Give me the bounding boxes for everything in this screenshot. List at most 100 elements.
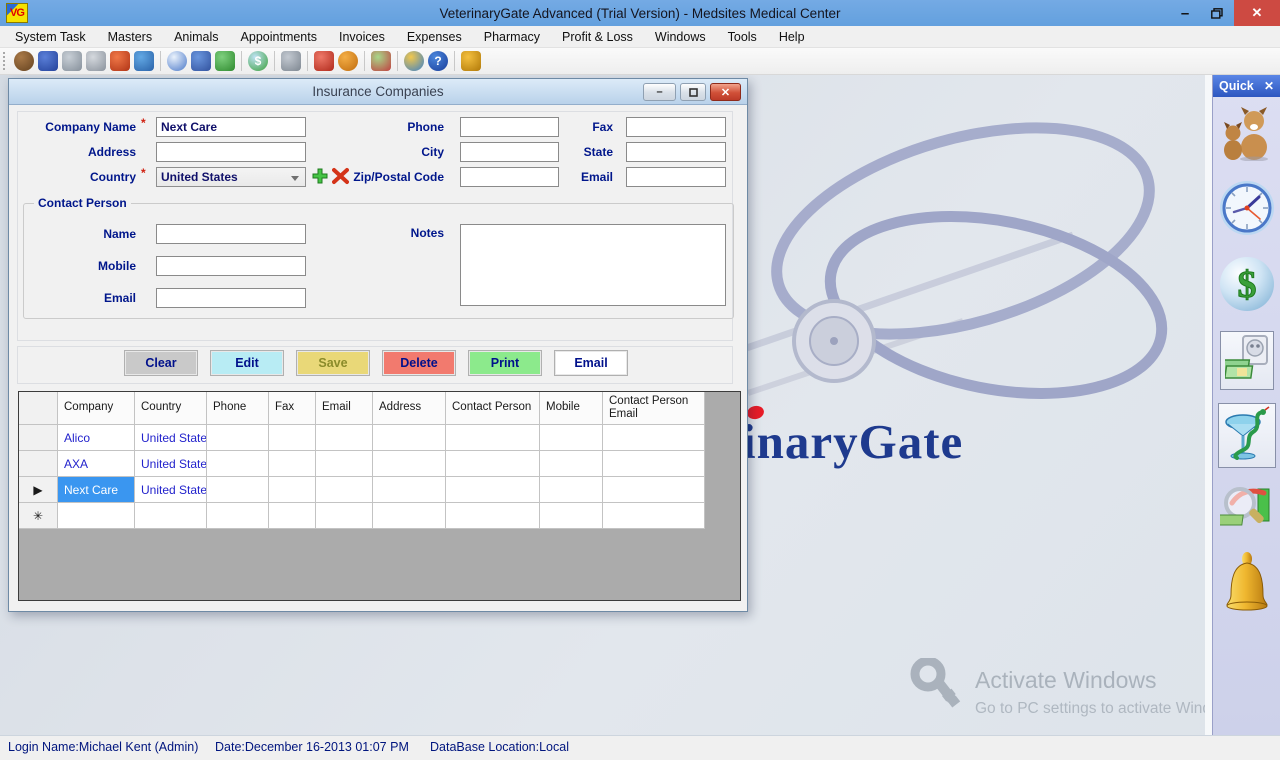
edit-button[interactable]: Edit	[210, 350, 284, 376]
dialog-restore-button[interactable]	[680, 83, 706, 101]
undo-icon[interactable]	[338, 51, 358, 71]
fax-input[interactable]	[626, 117, 726, 137]
grid-header-phone[interactable]: Phone	[207, 392, 269, 425]
menu-item-masters[interactable]: Masters	[97, 26, 163, 48]
grid-cell[interactable]	[446, 425, 540, 451]
city-input[interactable]	[460, 142, 559, 162]
contact-mobile-input[interactable]	[156, 256, 306, 276]
company-name-input[interactable]	[156, 117, 306, 137]
grid-cell[interactable]	[58, 503, 135, 529]
dogs-icon[interactable]	[1221, 107, 1273, 166]
grid-cell[interactable]: Alico	[58, 425, 135, 451]
dialog-minimize-button[interactable]: –	[643, 83, 676, 101]
grid-cell[interactable]	[603, 451, 705, 477]
clear-button[interactable]: Clear	[124, 350, 198, 376]
grid-cell[interactable]	[540, 451, 603, 477]
menu-item-animals[interactable]: Animals	[163, 26, 229, 48]
grid-cell[interactable]	[446, 503, 540, 529]
menu-item-tools[interactable]: Tools	[717, 26, 768, 48]
address-input[interactable]	[156, 142, 306, 162]
email-input[interactable]	[626, 167, 726, 187]
profit-chart-icon[interactable]	[1220, 481, 1274, 538]
grid-row-header[interactable]	[19, 425, 58, 451]
grid-header-mobile[interactable]: Mobile	[540, 392, 603, 425]
dialog-title-bar[interactable]: Insurance Companies	[9, 79, 747, 105]
grid-corner-cell[interactable]	[19, 392, 58, 425]
quick-panel-close-icon[interactable]: ✕	[1264, 79, 1274, 93]
thermometer-icon[interactable]	[110, 51, 130, 71]
grid-cell[interactable]: United States	[135, 451, 207, 477]
contact-name-input[interactable]	[156, 224, 306, 244]
grid-cell[interactable]: United States	[135, 425, 207, 451]
grid-cell[interactable]	[269, 425, 316, 451]
dog-icon[interactable]	[14, 51, 34, 71]
grid-cell[interactable]	[373, 425, 446, 451]
gold-bell-icon[interactable]	[1223, 551, 1271, 616]
grid-cell[interactable]: Next Care	[58, 477, 135, 503]
grid-header-email[interactable]: Email	[316, 392, 373, 425]
grid-cell[interactable]	[269, 503, 316, 529]
grid-cell[interactable]	[207, 477, 269, 503]
clock-icon[interactable]	[1218, 179, 1276, 242]
grid-cell[interactable]	[540, 425, 603, 451]
payment-icon[interactable]	[215, 51, 235, 71]
grid-cell[interactable]	[373, 451, 446, 477]
grid-cell[interactable]	[316, 477, 373, 503]
notes-textarea[interactable]	[460, 224, 726, 306]
grid-cell[interactable]	[603, 425, 705, 451]
calendar-icon[interactable]	[191, 51, 211, 71]
add-country-icon[interactable]	[312, 168, 328, 185]
dollar-icon[interactable]: $	[248, 51, 268, 71]
grid-cell[interactable]	[540, 477, 603, 503]
menu-item-expenses[interactable]: Expenses	[396, 26, 473, 48]
dollar-bubble-icon[interactable]: $	[1218, 255, 1276, 318]
minimize-button[interactable]: –	[1170, 5, 1200, 22]
grid-row-header[interactable]	[19, 451, 58, 477]
butterfly-icon[interactable]	[134, 51, 154, 71]
print-button[interactable]: Print	[468, 350, 542, 376]
menu-item-appointments[interactable]: Appointments	[230, 26, 328, 48]
email-button[interactable]: Email	[554, 350, 628, 376]
phone-input[interactable]	[460, 117, 559, 137]
grid-cell[interactable]	[207, 503, 269, 529]
grid-cell[interactable]	[446, 451, 540, 477]
dialog-close-button[interactable]: ✕	[710, 83, 741, 101]
contacts-icon[interactable]	[38, 51, 58, 71]
grid-cell[interactable]	[316, 451, 373, 477]
grid-cell[interactable]	[603, 503, 705, 529]
package-icon[interactable]	[281, 51, 301, 71]
grid-header-contact-person[interactable]: Contact Person	[446, 392, 540, 425]
expenses-icon[interactable]	[1220, 331, 1274, 390]
bell-icon[interactable]	[461, 51, 481, 71]
grid-new-row-header[interactable]: ✳	[19, 503, 58, 529]
grid-header-contact-person-email[interactable]: Contact Person Email	[603, 392, 705, 425]
grid-header-address[interactable]: Address	[373, 392, 446, 425]
grid-cell[interactable]	[446, 477, 540, 503]
toolbar-grip[interactable]	[3, 52, 7, 70]
grid-cell[interactable]	[207, 425, 269, 451]
menu-item-help[interactable]: Help	[768, 26, 816, 48]
grid-cell[interactable]	[269, 451, 316, 477]
close-button[interactable]: ✕	[1234, 0, 1280, 26]
bird-icon[interactable]	[404, 51, 424, 71]
zip-input[interactable]	[460, 167, 559, 187]
grid-row-header[interactable]: ▶	[19, 477, 58, 503]
grid-header-fax[interactable]: Fax	[269, 392, 316, 425]
grid-header-company[interactable]: Company	[58, 392, 135, 425]
restore-button[interactable]	[1200, 0, 1234, 26]
grid-cell[interactable]: United States	[135, 477, 207, 503]
grid-cell[interactable]	[207, 451, 269, 477]
clock-icon[interactable]	[167, 51, 187, 71]
menu-item-invoices[interactable]: Invoices	[328, 26, 396, 48]
medicine-icon[interactable]	[314, 51, 334, 71]
syringe-icon[interactable]	[62, 51, 82, 71]
grid-header-country[interactable]: Country	[135, 392, 207, 425]
menu-item-windows[interactable]: Windows	[644, 26, 717, 48]
state-input[interactable]	[626, 142, 726, 162]
help-icon[interactable]: ?	[428, 51, 448, 71]
grid-cell[interactable]	[135, 503, 207, 529]
grid-cell[interactable]	[373, 503, 446, 529]
grid-cell[interactable]	[316, 425, 373, 451]
grid-cell[interactable]	[316, 503, 373, 529]
grid-cell[interactable]: AXA	[58, 451, 135, 477]
